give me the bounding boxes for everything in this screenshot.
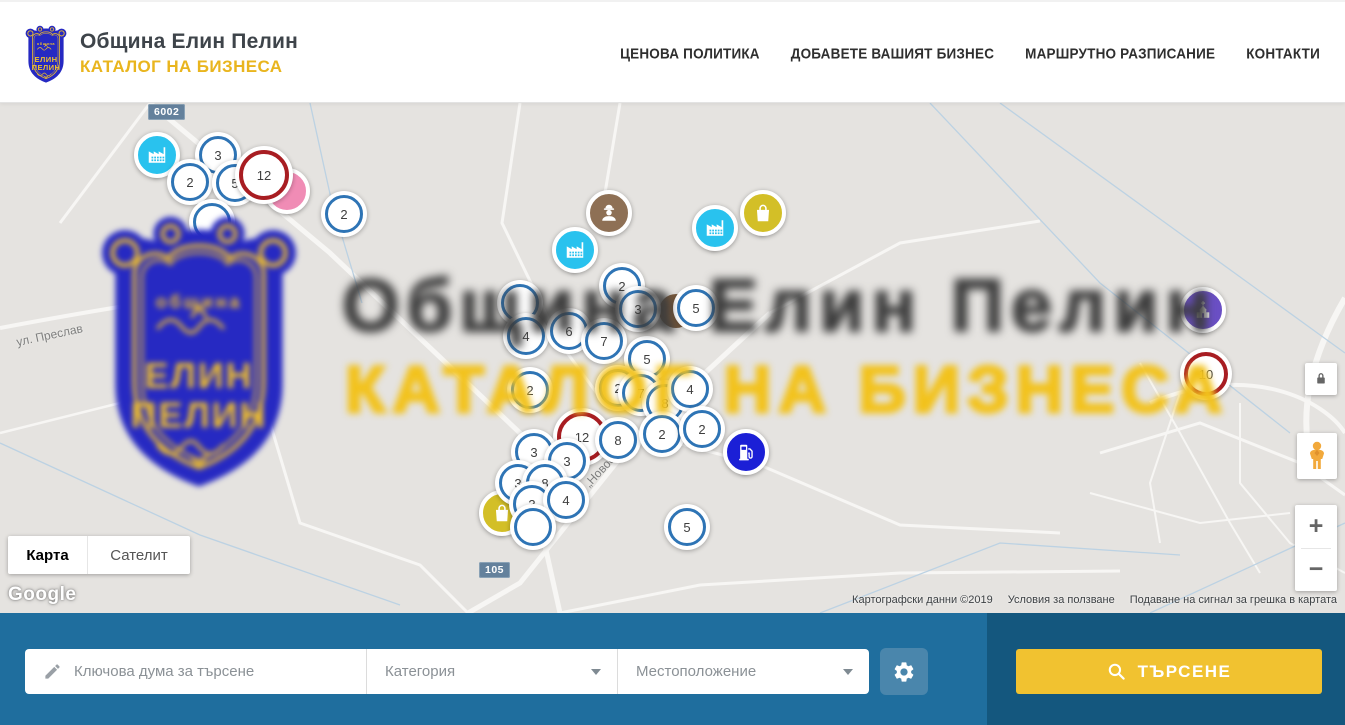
lock-icon: [1312, 370, 1330, 388]
search-submit-button[interactable]: ТЪРСЕНЕ: [1016, 649, 1322, 694]
cluster-count: 4: [686, 382, 693, 397]
svg-text:ЕЛИН: ЕЛИН: [35, 55, 58, 64]
map-type-satellite-button[interactable]: Сателит: [88, 536, 190, 574]
cluster-count: 5: [683, 520, 690, 535]
map-type-map-button[interactable]: Карта: [8, 536, 88, 574]
map-pin-fuel[interactable]: [723, 429, 769, 489]
map-pin-church[interactable]: [1180, 287, 1226, 347]
map-cluster[interactable]: 2: [321, 191, 367, 237]
gear-icon: [892, 660, 916, 684]
map-cluster[interactable]: 4: [667, 366, 713, 412]
cluster-count: 10: [1199, 367, 1213, 382]
cluster-count: 2: [340, 207, 347, 222]
cluster-count: 5: [692, 301, 699, 316]
search-icon: [1107, 662, 1126, 681]
location-select[interactable]: Местоположение: [617, 649, 869, 694]
google-map[interactable]: 3 2 5 12 2 2 3 5 4: [0, 103, 1345, 613]
main-nav: ЦЕНОВА ПОЛИТИКА ДОБАВЕТЕ ВАШИЯТ БИЗНЕС М…: [620, 2, 1320, 105]
map-cluster[interactable]: [510, 504, 556, 550]
pegman-icon: [1306, 441, 1328, 471]
map-cluster[interactable]: 2: [679, 406, 725, 452]
map-cluster[interactable]: 2: [639, 411, 685, 457]
fullscreen-lock-button[interactable]: [1305, 363, 1337, 395]
header: община ЕЛИН ПЕЛИН Община Елин Пелин КАТА…: [0, 0, 1345, 103]
svg-text:ПЕЛИН: ПЕЛИН: [32, 63, 61, 72]
search-bar: Категория Местоположение ТЪРСЕНЕ: [0, 613, 1345, 725]
cluster-count: 8: [661, 396, 668, 411]
nav-item-bus-schedule[interactable]: МАРШРУТНО РАЗПИСАНИЕ: [1025, 45, 1215, 61]
chevron-down-icon: [843, 669, 853, 675]
cluster-count: 12: [257, 168, 271, 183]
cluster-count: 2: [526, 383, 533, 398]
page: община ЕЛИН ПЕЛИН Община Елин Пелин КАТА…: [0, 0, 1345, 725]
chevron-down-icon: [591, 669, 601, 675]
nav-item-pricing[interactable]: ЦЕНОВА ПОЛИТИКА: [620, 45, 760, 61]
map-cluster[interactable]: 4: [503, 313, 549, 359]
search-button-label: ТЪРСЕНЕ: [1138, 662, 1232, 682]
attribution-data: Картографски данни ©2019: [852, 594, 993, 606]
cluster-count: 2: [658, 427, 665, 442]
map-cluster[interactable]: 12: [235, 146, 293, 204]
cluster-count: 7: [600, 334, 607, 349]
pencil-icon: [43, 662, 62, 681]
cluster-count: 4: [562, 493, 569, 508]
svg-text:община: община: [37, 42, 55, 46]
category-select-value: Категория: [385, 663, 591, 680]
cluster-ring: [193, 203, 231, 241]
nav-item-add-business[interactable]: ДОБАВЕТЕ ВАШИЯТ БИЗНЕС: [791, 45, 994, 61]
map-pin-factory[interactable]: [692, 205, 738, 265]
nav-item-contacts[interactable]: КОНТАКТИ: [1246, 45, 1320, 61]
map-cluster[interactable]: [189, 199, 235, 245]
cluster-ring: [514, 508, 552, 546]
attribution-terms-link[interactable]: Условия за ползване: [1008, 594, 1115, 606]
street-view-pegman-button[interactable]: [1297, 433, 1337, 479]
cluster-count: 3: [634, 302, 641, 317]
attribution-report-link[interactable]: Подаване на сигнал за грешка в картата: [1130, 594, 1337, 606]
municipality-crest-logo[interactable]: община ЕЛИН ПЕЛИН: [22, 25, 70, 85]
cluster-count: 6: [565, 324, 572, 339]
zoom-out-button[interactable]: −: [1295, 549, 1337, 592]
cluster-count: 3: [214, 148, 221, 163]
map-cluster[interactable]: 7: [581, 318, 627, 364]
road-number-badge: 6002: [148, 104, 185, 120]
site-title: Община Елин Пелин: [80, 30, 298, 54]
map-cluster[interactable]: 5: [673, 285, 719, 331]
map-cluster[interactable]: 5: [664, 504, 710, 550]
category-select[interactable]: Категория: [366, 649, 617, 694]
cluster-count: 2: [186, 175, 193, 190]
map-cluster[interactable]: 2: [167, 159, 213, 205]
cluster-count: 2: [698, 422, 705, 437]
search-fields-group: Категория Местоположение: [25, 649, 869, 694]
zoom-control: + −: [1295, 505, 1337, 591]
map-cluster[interactable]: 10: [1180, 348, 1232, 400]
site-subtitle: КАТАЛОГ НА БИЗНЕСА: [80, 57, 298, 77]
keyword-search-input[interactable]: [74, 663, 366, 680]
keyword-field-wrap: [25, 649, 366, 694]
map-cluster[interactable]: 2: [507, 367, 553, 413]
road-number-badge: 105: [479, 562, 510, 578]
google-logo[interactable]: Google: [8, 584, 76, 606]
map-cluster[interactable]: 3: [615, 286, 661, 332]
map-attribution: Картографски данни ©2019 Условия за полз…: [852, 594, 1337, 606]
advanced-search-button[interactable]: [880, 648, 928, 695]
cluster-count: 5: [643, 352, 650, 367]
site-title-block[interactable]: Община Елин Пелин КАТАЛОГ НА БИЗНЕСА: [80, 30, 298, 77]
location-select-value: Местоположение: [636, 663, 843, 680]
cluster-count: 3: [563, 454, 570, 469]
map-type-control: Карта Сателит: [8, 536, 190, 574]
map-cluster[interactable]: 8: [595, 417, 641, 463]
map-pin-factory[interactable]: [552, 227, 598, 287]
cluster-count: 4: [522, 329, 529, 344]
zoom-in-button[interactable]: +: [1295, 505, 1337, 548]
cluster-count: 8: [614, 433, 621, 448]
cluster-count: 3: [530, 445, 537, 460]
map-pin-bag[interactable]: [740, 190, 786, 250]
